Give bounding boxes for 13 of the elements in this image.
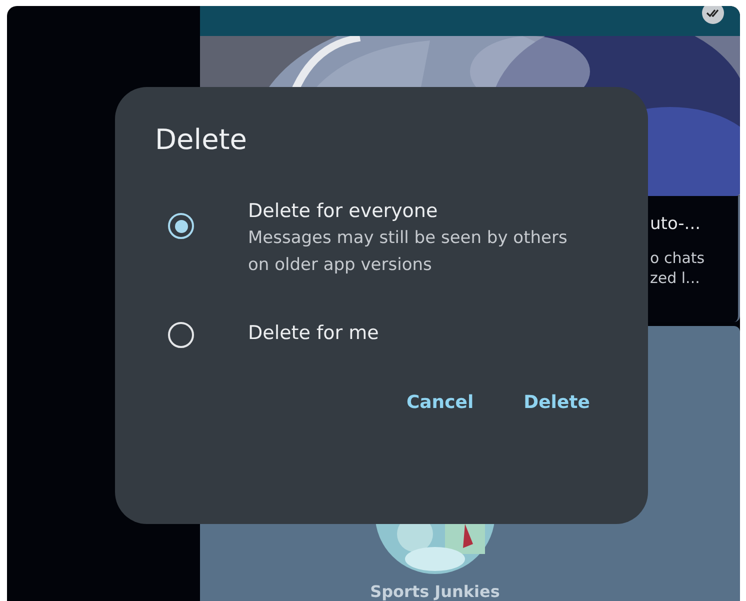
option-label[interactable]: Delete for everyone bbox=[248, 197, 438, 225]
delete-button[interactable]: Delete bbox=[524, 392, 590, 413]
radio-button[interactable] bbox=[168, 213, 194, 239]
dialog-title: Delete bbox=[155, 123, 248, 157]
cancel-button[interactable]: Cancel bbox=[406, 392, 474, 413]
option-description: Messages may still be seen by others on older app versions bbox=[248, 227, 568, 277]
option-label[interactable]: Delete for me bbox=[248, 319, 379, 347]
chat-title: uto-... bbox=[650, 214, 701, 234]
double-check-icon bbox=[702, 6, 724, 24]
group-name: Sports Junkies bbox=[370, 582, 500, 601]
radio-button[interactable] bbox=[168, 322, 194, 348]
chat-preview: o chats bbox=[650, 248, 705, 268]
chat-preview: zed l... bbox=[650, 268, 700, 288]
